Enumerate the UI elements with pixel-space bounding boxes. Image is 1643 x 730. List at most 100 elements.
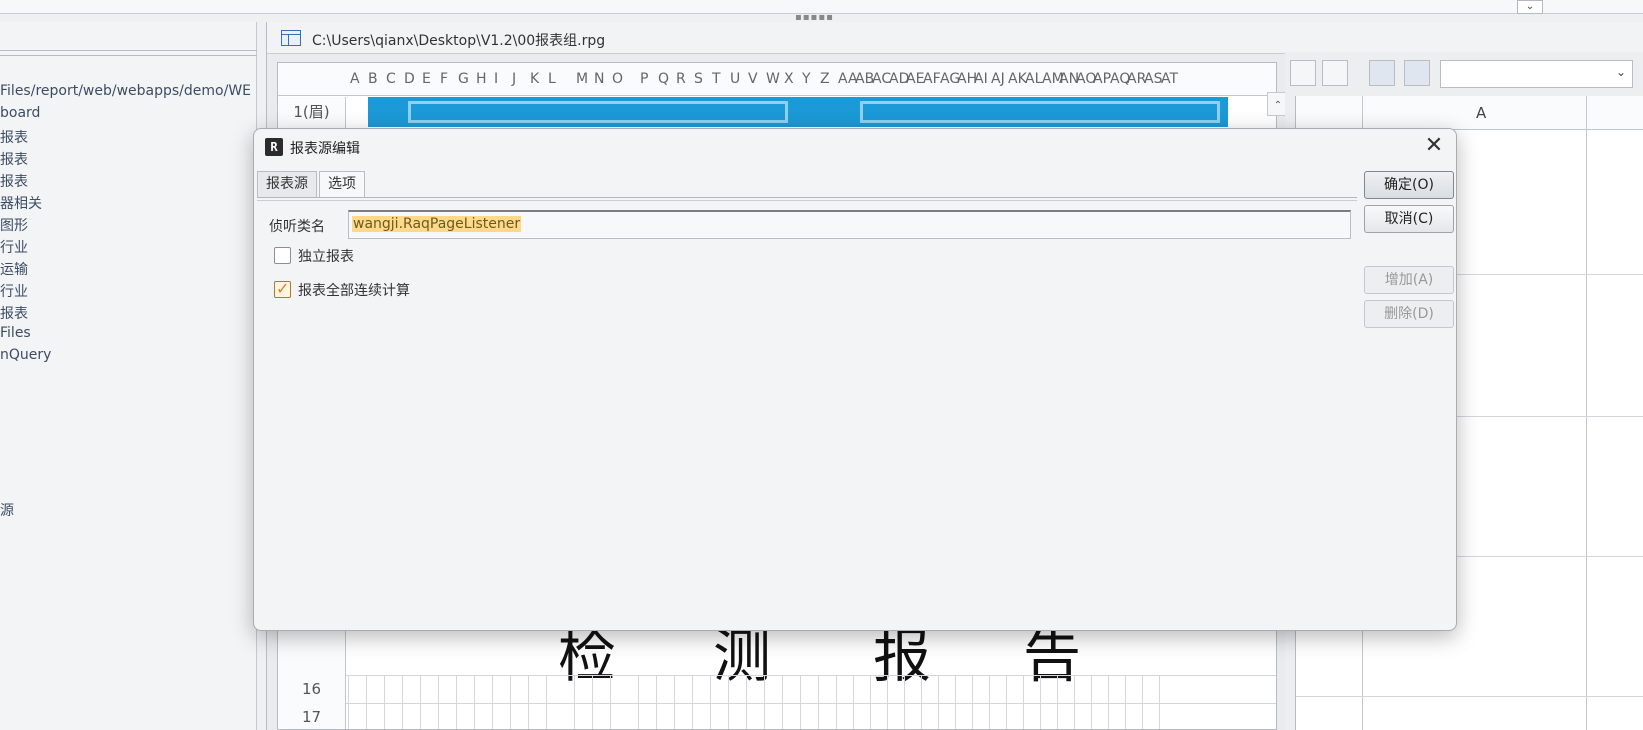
- column-header-e[interactable]: E: [422, 71, 431, 87]
- listener-class-value: wangji.RaqPageListener: [352, 216, 522, 232]
- column-header-k[interactable]: K: [530, 71, 539, 87]
- column-header-d[interactable]: D: [404, 71, 415, 87]
- column-header-at[interactable]: AT: [1161, 71, 1178, 87]
- tab-report-source[interactable]: 报表源: [257, 171, 317, 197]
- column-header-q[interactable]: Q: [658, 71, 669, 87]
- column-header-x[interactable]: X: [784, 71, 794, 87]
- property-select[interactable]: ⌄: [1440, 60, 1633, 88]
- redo-icon[interactable]: [1322, 60, 1348, 86]
- row-header-17[interactable]: 17: [278, 704, 346, 729]
- file-tree-panel: Files/report/web/webapps/demo/WE board 报…: [0, 22, 257, 730]
- column-header-ai[interactable]: AI: [974, 71, 988, 87]
- column-header-as[interactable]: AS: [1144, 71, 1162, 87]
- column-gridline: [955, 675, 956, 729]
- column-header-aj[interactable]: AJ: [991, 71, 1005, 87]
- report-source-edit-dialog: R 报表源编辑 ✕ 报表源 选项 侦听类名 wangji.RaqPageList…: [253, 128, 1457, 631]
- column-header-n[interactable]: N: [594, 71, 604, 87]
- tree-item-path[interactable]: Files/report/web/webapps/demo/WE: [0, 83, 251, 99]
- column-header-o[interactable]: O: [612, 71, 623, 87]
- listener-class-label: 侦听类名: [269, 219, 325, 235]
- column-gridline: [610, 675, 611, 729]
- tree-item[interactable]: nQuery: [0, 347, 51, 363]
- column-header-r[interactable]: R: [676, 71, 686, 87]
- banner-decoration: [860, 101, 1220, 123]
- tree-item[interactable]: 运输: [0, 259, 28, 279]
- column-gridline: [674, 675, 675, 729]
- splitter-handle[interactable]: ▪▪▪▪▪: [795, 13, 839, 23]
- row-header-16[interactable]: 16: [278, 676, 346, 703]
- column-header-ae[interactable]: AE: [906, 71, 924, 87]
- column-header-p[interactable]: P: [640, 71, 648, 87]
- column-gridline: [510, 675, 511, 729]
- checkbox-box-checked[interactable]: [274, 279, 291, 298]
- tree-item[interactable]: 报表: [0, 303, 28, 323]
- tree-item[interactable]: 报表: [0, 127, 28, 147]
- column-gridline: [366, 675, 367, 729]
- column-gridline: [972, 675, 973, 729]
- ok-button[interactable]: 确定(O): [1364, 171, 1454, 199]
- tree-item[interactable]: 器相关: [0, 193, 42, 213]
- column-gridline: [938, 675, 939, 729]
- column-header-v[interactable]: V: [748, 71, 758, 87]
- column-header-l[interactable]: L: [548, 71, 556, 87]
- column-header-a: A: [1476, 104, 1487, 122]
- column-gridline: [574, 675, 575, 729]
- column-header-al[interactable]: AL: [1025, 71, 1042, 87]
- tree-item[interactable]: 图形: [0, 215, 28, 235]
- column-gridline: [989, 675, 990, 729]
- column-gridline: [1142, 675, 1143, 729]
- column-header-j[interactable]: J: [512, 71, 516, 87]
- banner-decoration: [408, 101, 788, 123]
- column-gridline: [818, 675, 819, 729]
- column-gridline: [474, 675, 475, 729]
- column-header-z[interactable]: Z: [820, 71, 830, 87]
- column-gridline: [656, 675, 657, 729]
- tree-item[interactable]: Files: [0, 325, 31, 341]
- tree-item[interactable]: 行业: [0, 237, 28, 257]
- column-header-t[interactable]: T: [712, 71, 721, 87]
- delete-button[interactable]: 删除(D): [1364, 300, 1454, 328]
- tab-options[interactable]: 选项: [319, 171, 365, 198]
- panel-header-divider: [0, 50, 257, 56]
- tree-item[interactable]: 源: [0, 500, 14, 520]
- column-gridline: [1006, 675, 1007, 729]
- file-path: C:\Users\qianx\Desktop\V1.2\00报表组.rpg: [312, 33, 606, 49]
- grid-editor-icon[interactable]: [1369, 60, 1395, 86]
- column-gridline: [348, 675, 349, 729]
- column-gridline: [1159, 675, 1160, 729]
- column-header-g[interactable]: G: [458, 71, 469, 87]
- column-gridline: [1057, 675, 1058, 729]
- column-header-c[interactable]: C: [386, 71, 396, 87]
- add-button[interactable]: 增加(A): [1364, 266, 1454, 294]
- column-header-ap[interactable]: AP: [1093, 71, 1111, 87]
- tree-item[interactable]: board: [0, 105, 40, 121]
- row-header-1[interactable]: 1(眉): [278, 97, 346, 127]
- listener-class-input[interactable]: wangji.RaqPageListener: [348, 210, 1351, 239]
- tree-item[interactable]: 行业: [0, 281, 28, 301]
- column-gridline: [438, 675, 439, 729]
- column-header-a[interactable]: A: [350, 71, 360, 87]
- column-gridline: [887, 675, 888, 729]
- column-header-af[interactable]: AF: [923, 71, 941, 87]
- cancel-button[interactable]: 取消(C): [1364, 205, 1454, 233]
- column-header-b[interactable]: B: [368, 71, 378, 87]
- chevron-down-icon[interactable]: ⌄: [1517, 0, 1543, 14]
- column-header-i[interactable]: I: [494, 71, 498, 87]
- undo-icon[interactable]: [1290, 60, 1316, 86]
- tree-item[interactable]: 报表: [0, 171, 28, 191]
- column-header-ak[interactable]: AK: [1008, 71, 1027, 87]
- tree-item[interactable]: 报表: [0, 149, 28, 169]
- continuous-calc-label: 报表全部连续计算: [298, 283, 410, 299]
- image-icon[interactable]: [1404, 60, 1430, 86]
- column-header-m[interactable]: M: [576, 71, 588, 87]
- row-divider: [346, 675, 1276, 676]
- column-header-h[interactable]: H: [476, 71, 487, 87]
- column-header-s[interactable]: S: [694, 71, 703, 87]
- checkbox-box[interactable]: [274, 247, 291, 264]
- column-header-u[interactable]: U: [730, 71, 740, 87]
- close-icon[interactable]: ✕: [1420, 132, 1448, 160]
- chevron-down-icon: ⌄: [1615, 65, 1626, 79]
- column-header-y[interactable]: Y: [802, 71, 811, 87]
- column-header-f[interactable]: F: [440, 71, 448, 87]
- column-header-w[interactable]: W: [766, 71, 780, 87]
